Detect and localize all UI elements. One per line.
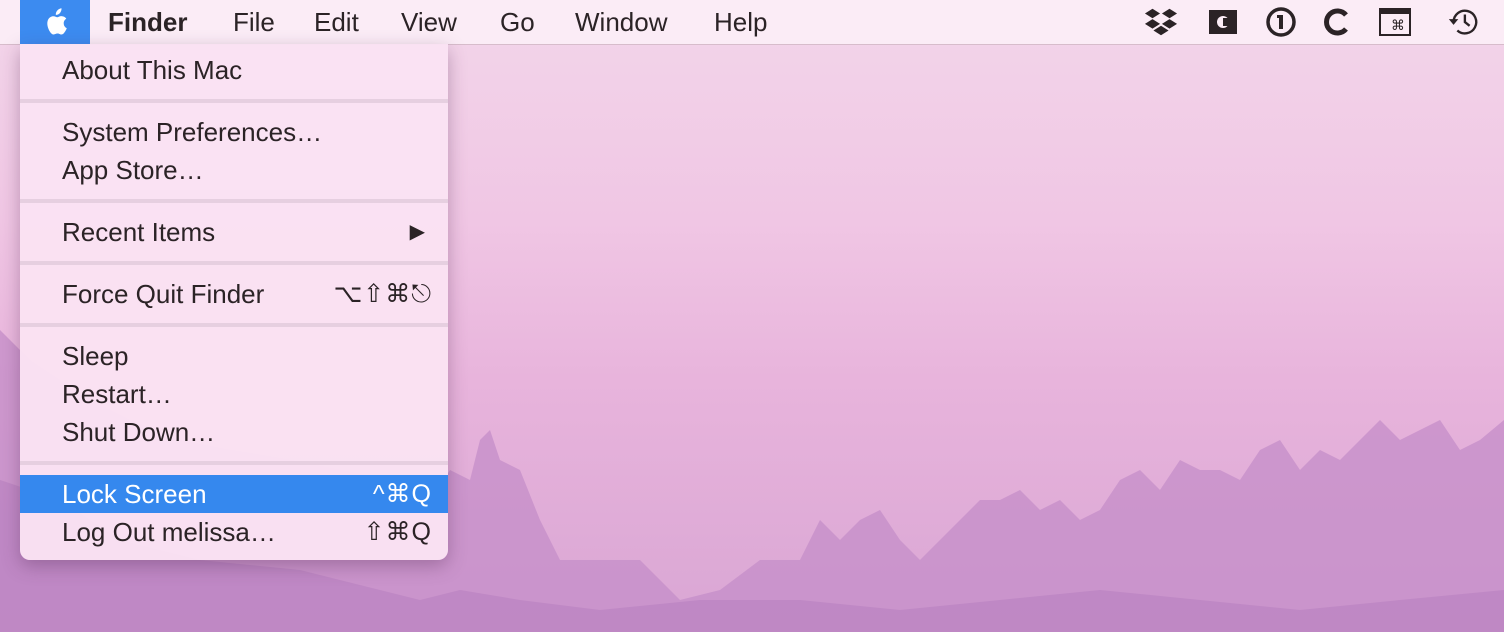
menu-item-shut-down[interactable]: Shut Down…: [20, 413, 448, 451]
menu-item-label: Recent Items: [62, 217, 216, 247]
menu-app-finder[interactable]: Finder: [108, 0, 187, 44]
menu-edit[interactable]: Edit: [314, 0, 359, 44]
menu-window[interactable]: Window: [575, 0, 667, 44]
keyboard-shortcut: ^⌘Q: [372, 480, 432, 508]
menu-bar: Finder File Edit View Go Window Help ⌘: [0, 0, 1504, 45]
menu-item-app-store[interactable]: App Store…: [20, 151, 448, 189]
keyboard-shortcut: ⌥⇧⌘⎋: [333, 280, 432, 308]
1password-icon[interactable]: [1264, 6, 1298, 38]
menu-item-lock-screen[interactable]: Lock Screen ^⌘Q: [20, 475, 448, 513]
menu-separator: [20, 199, 448, 203]
menu-item-sleep[interactable]: Sleep: [20, 337, 448, 375]
menu-go[interactable]: Go: [500, 0, 535, 44]
menu-item-label: Shut Down…: [62, 417, 216, 447]
menu-item-log-out[interactable]: Log Out melissa… ⇧⌘Q: [20, 513, 448, 551]
menu-item-recent-items[interactable]: Recent Items ▶: [20, 213, 448, 251]
menu-item-label: App Store…: [62, 155, 204, 185]
menu-view[interactable]: View: [401, 0, 457, 44]
menu-item-label: Force Quit Finder: [62, 279, 265, 309]
menu-separator: [20, 99, 448, 103]
menu-item-label: Log Out melissa…: [62, 517, 276, 547]
menu-file[interactable]: File: [233, 0, 275, 44]
menu-item-label: Lock Screen: [62, 479, 207, 509]
menu-separator: [20, 261, 448, 265]
submenu-arrow-icon: ▶: [409, 221, 426, 243]
menu-item-system-preferences[interactable]: System Preferences…: [20, 113, 448, 151]
apple-menu-button[interactable]: [20, 0, 90, 44]
menu-item-label: Restart…: [62, 379, 172, 409]
menu-item-label: System Preferences…: [62, 117, 323, 147]
cardhop-icon[interactable]: [1206, 6, 1240, 38]
svg-text:⌘: ⌘: [1391, 18, 1405, 34]
menu-item-label: About This Mac: [62, 55, 243, 85]
menu-item-label: Sleep: [62, 341, 129, 371]
menu-item-force-quit[interactable]: Force Quit Finder ⌥⇧⌘⎋: [20, 275, 448, 313]
menu-help[interactable]: Help: [714, 0, 767, 44]
menu-item-restart[interactable]: Restart…: [20, 375, 448, 413]
menu-separator: [20, 461, 448, 465]
command-keyboard-icon[interactable]: ⌘: [1378, 6, 1412, 38]
apple-logo-icon: [47, 8, 67, 35]
apple-menu-dropdown: About This Mac System Preferences… App S…: [20, 44, 448, 560]
menu-separator: [20, 323, 448, 327]
c-app-icon[interactable]: [1320, 6, 1354, 38]
menu-item-about-this-mac[interactable]: About This Mac: [20, 51, 448, 89]
time-machine-icon[interactable]: [1446, 6, 1480, 38]
keyboard-shortcut: ⇧⌘Q: [363, 518, 432, 546]
dropbox-icon[interactable]: [1144, 6, 1178, 38]
